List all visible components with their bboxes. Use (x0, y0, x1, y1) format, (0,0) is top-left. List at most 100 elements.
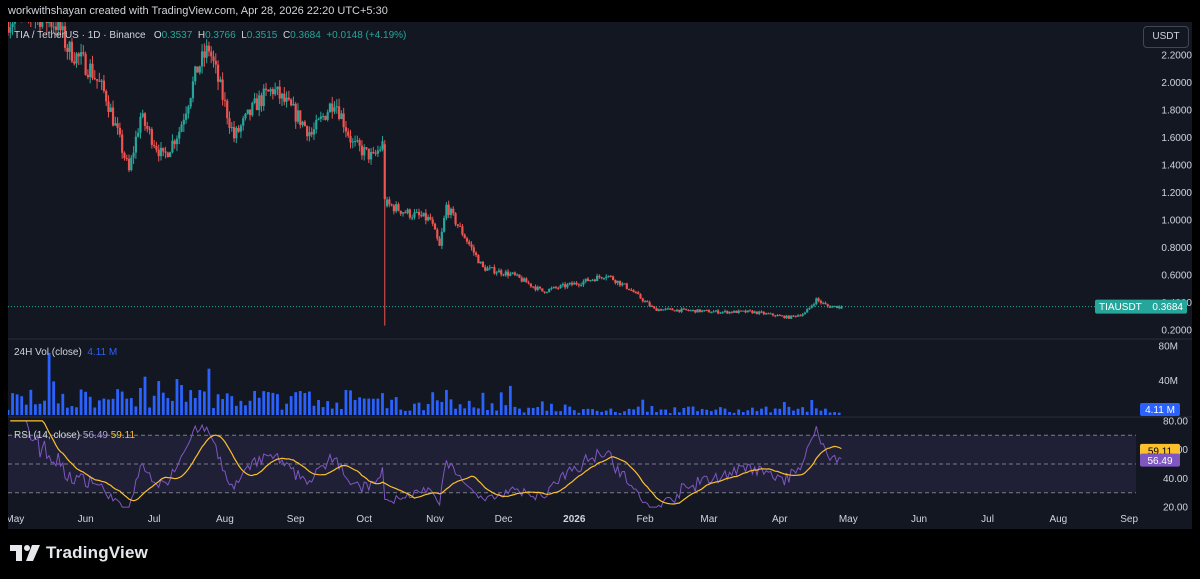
candle-body (771, 313, 775, 316)
candle-body (749, 310, 752, 312)
chart-canvas[interactable]: 0.20000.40000.60000.80001.00001.20001.40… (8, 22, 1192, 529)
candle-body (689, 310, 692, 312)
candle-body (472, 247, 475, 253)
candle-body (701, 310, 704, 312)
candle-body (406, 209, 409, 214)
volume-legend: 24H Vol (close) 4.11 M (14, 347, 117, 358)
volume-bar (230, 396, 234, 415)
candle-body (822, 302, 825, 304)
volume-bar (499, 392, 503, 415)
candle-body (255, 98, 258, 111)
tradingview-logo-icon (10, 545, 40, 561)
time-axis-tick: Jun (911, 514, 927, 525)
candle-body (495, 272, 498, 274)
candle-body (86, 74, 90, 78)
candle-body (415, 211, 418, 213)
volume-bar (746, 410, 750, 415)
chart-frame[interactable]: 0.20000.40000.60000.80001.00001.20001.40… (8, 22, 1192, 529)
candle-body (580, 284, 583, 286)
candle-body (73, 61, 76, 64)
candle-body (401, 212, 405, 214)
candle-body (287, 97, 290, 100)
volume-bar (458, 404, 462, 415)
currency-button[interactable]: USDT (1143, 26, 1189, 48)
candle-body (596, 275, 599, 282)
volume-bar (422, 410, 425, 415)
candle-body (593, 279, 596, 282)
candle-body (123, 152, 126, 159)
candle-body (744, 310, 747, 313)
candle-body (541, 288, 544, 292)
candle-body (762, 311, 765, 315)
candle-body (614, 280, 617, 284)
candle-body (657, 309, 660, 311)
candle-body (100, 80, 103, 82)
volume-bar (271, 392, 275, 415)
volume-bar (659, 409, 663, 415)
candle-body (650, 305, 654, 307)
candle-body (8, 22, 10, 33)
candle-body (575, 282, 578, 285)
tradingview-logo[interactable]: TradingView (10, 543, 148, 563)
candle-body (470, 244, 473, 248)
candle-body (445, 204, 448, 219)
candle-body (719, 312, 722, 314)
candle-body (198, 66, 201, 73)
candle-body (185, 113, 188, 120)
volume-bar (687, 406, 690, 415)
volume-bar (239, 400, 243, 415)
volume-bar (111, 398, 115, 415)
volume-bar (8, 409, 10, 415)
time-axis-tick: Apr (772, 514, 788, 525)
close-value: 0.3684 (290, 30, 321, 41)
candle-body (570, 282, 574, 285)
candle-body (317, 118, 320, 120)
candle-body (474, 252, 478, 256)
volume-bar (467, 400, 471, 415)
candle-body (790, 315, 793, 319)
candle-body (278, 86, 281, 99)
price-axis-tick: 1.8000 (1161, 105, 1192, 116)
candle-body (794, 315, 797, 317)
candle-body (333, 107, 336, 112)
candle-body (550, 288, 553, 290)
candle-body (342, 113, 345, 128)
volume-bar (253, 390, 257, 415)
candle-body (292, 103, 295, 106)
candle-body (753, 311, 756, 314)
volume-bar (207, 368, 211, 415)
candle-body (417, 211, 421, 216)
volume-bar (732, 412, 736, 415)
volume-bar (435, 400, 439, 415)
candle-body (493, 267, 496, 274)
candle-body (392, 205, 395, 212)
candle-body (169, 152, 172, 158)
high-label: H (197, 30, 206, 41)
candle-body (543, 291, 546, 293)
volume-bar (34, 404, 37, 415)
candle-body (735, 310, 738, 313)
candle-body (189, 98, 192, 107)
candle-body (79, 52, 83, 57)
volume-bar (618, 413, 622, 415)
volume-bar (367, 398, 371, 415)
volume-bar (38, 403, 42, 415)
volume-bar (234, 405, 238, 415)
volume-bar (353, 399, 357, 415)
candle-body (819, 300, 822, 303)
candle-body (248, 109, 252, 116)
candle-body (431, 219, 434, 224)
volume-bar (65, 407, 69, 415)
footer (0, 529, 1200, 579)
candle-body (294, 103, 297, 122)
candle-body (632, 290, 635, 293)
volume-bar (294, 392, 298, 415)
candle-body (102, 80, 106, 92)
candle-body (625, 283, 628, 289)
candle-body (84, 53, 87, 75)
candlestick-series (8, 22, 1136, 326)
candle-body (589, 280, 592, 282)
candle-body (648, 302, 651, 306)
candle-body (454, 213, 457, 225)
volume-bar (714, 409, 718, 415)
